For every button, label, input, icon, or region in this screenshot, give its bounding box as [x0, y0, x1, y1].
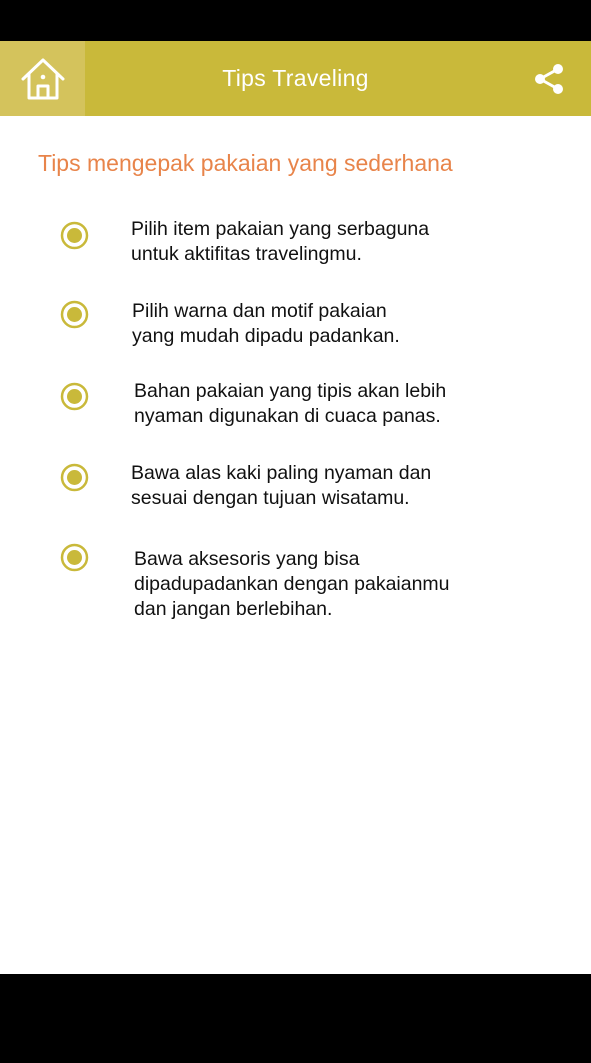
home-button[interactable] — [0, 41, 85, 116]
bullet-icon — [60, 463, 89, 492]
share-button[interactable] — [531, 61, 567, 97]
app-bar: Tips Traveling — [0, 41, 591, 116]
bullet-icon — [60, 300, 89, 329]
tip-text: Bahan pakaian yang tipis akan lebih nyam… — [134, 380, 447, 427]
status-bar — [0, 0, 591, 41]
tip-text: Pilih warna dan motif pakaian yang mudah… — [132, 300, 400, 347]
tip-text: Pilih item pakaian yang serbaguna untuk … — [131, 218, 430, 265]
tip-text: Bawa alas kaki paling nyaman dan sesuai … — [131, 462, 432, 509]
bullet-icon — [60, 221, 89, 250]
section-title: Tips mengepak pakaian yang sederhana — [38, 150, 453, 176]
navigation-bar — [0, 974, 591, 1063]
tip-text: Bawa aksesoris yang bisa dipadupadankan … — [134, 548, 450, 620]
share-icon — [535, 64, 563, 94]
home-icon — [21, 58, 64, 99]
bullet-icon — [60, 543, 89, 572]
bullet-icon — [60, 382, 89, 411]
page-title: Tips Traveling — [222, 65, 369, 91]
